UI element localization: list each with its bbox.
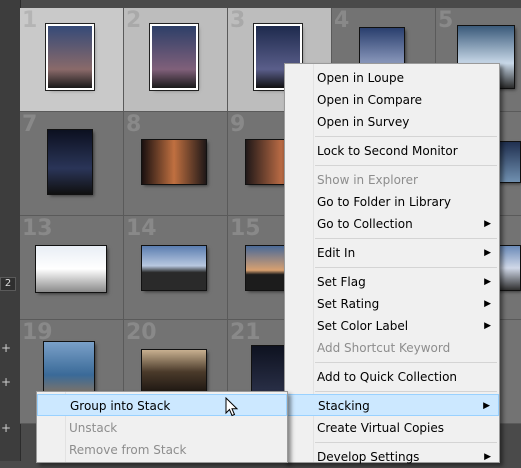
menu-item-set-flag[interactable]: Set Flag ▶ — [285, 271, 499, 293]
menu-item-label: Create Virtual Copies — [317, 421, 445, 435]
menu-item-label: Stacking — [318, 399, 370, 413]
grid-cell[interactable]: 2 — [124, 8, 228, 112]
menu-item-label: Develop Settings — [317, 450, 420, 464]
panel-value-box[interactable]: 2 — [0, 277, 16, 291]
stacking-submenu: Group into Stack Unstack Remove from Sta… — [36, 391, 288, 463]
menu-item-show-in-explorer: Show in Explorer — [285, 169, 499, 191]
photo-thumbnail[interactable] — [142, 350, 206, 394]
menu-item-label: Open in Survey — [317, 115, 410, 129]
menu-item-add-shortcut-keyword: Add Shortcut Keyword — [285, 337, 499, 359]
menu-separator — [315, 238, 497, 239]
menu-item-stacking[interactable]: Stacking ▶ — [285, 394, 499, 416]
photo-thumbnail[interactable] — [48, 130, 92, 194]
menu-item-create-virtual-copies[interactable]: Create Virtual Copies — [285, 417, 499, 439]
menu-item-label: Remove from Stack — [69, 443, 187, 457]
cell-number: 21 — [230, 320, 261, 345]
menu-item-label: Show in Explorer — [317, 173, 418, 187]
menu-item-group-into-stack[interactable]: Group into Stack — [37, 394, 287, 416]
menu-separator — [315, 136, 497, 137]
menu-separator — [315, 442, 497, 443]
cell-number: 3 — [230, 8, 246, 33]
grid-cell[interactable]: 14 — [124, 216, 228, 320]
left-panel-strip: 2 + + + — [0, 0, 21, 461]
plus-icon[interactable]: + — [1, 342, 13, 354]
cell-number: 4 — [334, 8, 350, 33]
photo-thumbnail[interactable] — [48, 26, 92, 88]
menu-item-label: Go to Folder in Library — [317, 195, 451, 209]
plus-icon[interactable]: + — [1, 376, 13, 388]
menu-item-edit-in[interactable]: Edit In ▶ — [285, 242, 499, 264]
menu-item-label: Unstack — [69, 421, 118, 435]
menu-item-set-color-label[interactable]: Set Color Label ▶ — [285, 315, 499, 337]
cell-number: 8 — [126, 112, 142, 137]
photo-thumbnail[interactable] — [142, 140, 206, 184]
cell-number: 1 — [22, 8, 38, 33]
cell-number: 20 — [126, 320, 157, 345]
menu-item-unstack: Unstack — [37, 417, 287, 439]
menu-separator — [315, 165, 497, 166]
menu-separator — [315, 391, 497, 392]
context-menu: Open in Loupe Open in Compare Open in Su… — [284, 63, 500, 464]
menu-item-label: Set Rating — [317, 297, 380, 311]
cell-number: 15 — [230, 216, 261, 241]
cell-number: 9 — [230, 112, 246, 137]
plus-icon[interactable]: + — [1, 422, 13, 434]
cell-number: 7 — [22, 112, 38, 137]
submenu-arrow-icon: ▶ — [484, 321, 491, 331]
cell-number: 5 — [438, 8, 454, 33]
menu-item-open-in-loupe[interactable]: Open in Loupe — [285, 67, 499, 89]
menu-separator — [315, 362, 497, 363]
submenu-arrow-icon: ▶ — [484, 219, 491, 229]
menu-item-label: Set Color Label — [317, 319, 409, 333]
menu-item-lock-to-second-monitor[interactable]: Lock to Second Monitor — [285, 140, 499, 162]
menu-item-remove-from-stack: Remove from Stack — [37, 439, 287, 461]
grid-cell[interactable]: 7 — [20, 112, 124, 216]
photo-thumbnail[interactable] — [142, 246, 206, 290]
cell-number: 2 — [126, 8, 142, 33]
menu-item-label: Add to Quick Collection — [317, 370, 458, 384]
grid-cell[interactable]: 13 — [20, 216, 124, 320]
menu-item-go-to-folder-in-library[interactable]: Go to Folder in Library — [285, 191, 499, 213]
menu-item-label: Go to Collection — [317, 217, 413, 231]
submenu-arrow-icon: ▶ — [484, 452, 491, 462]
submenu-arrow-icon: ▶ — [484, 277, 491, 287]
menu-item-add-to-quick-collection[interactable]: Add to Quick Collection — [285, 366, 499, 388]
menu-item-develop-settings[interactable]: Develop Settings ▶ — [285, 446, 499, 468]
photo-thumbnail[interactable] — [152, 26, 196, 88]
menu-item-set-rating[interactable]: Set Rating ▶ — [285, 293, 499, 315]
menu-separator — [315, 267, 497, 268]
grid-cell[interactable]: 8 — [124, 112, 228, 216]
submenu-arrow-icon: ▶ — [483, 401, 490, 411]
menu-item-label: Set Flag — [317, 275, 366, 289]
cell-number: 13 — [22, 216, 53, 241]
menu-item-go-to-collection[interactable]: Go to Collection ▶ — [285, 213, 499, 235]
cell-number: 14 — [126, 216, 157, 241]
menu-item-open-in-survey[interactable]: Open in Survey — [285, 111, 499, 133]
menu-item-label: Group into Stack — [70, 399, 171, 413]
menu-item-label: Edit In — [317, 246, 356, 260]
submenu-arrow-icon: ▶ — [484, 248, 491, 258]
menu-item-label: Open in Compare — [317, 93, 423, 107]
menu-item-label: Lock to Second Monitor — [317, 144, 458, 158]
menu-item-label: Add Shortcut Keyword — [317, 341, 451, 355]
submenu-arrow-icon: ▶ — [484, 299, 491, 309]
menu-item-label: Open in Loupe — [317, 71, 405, 85]
photo-thumbnail[interactable] — [36, 246, 106, 292]
grid-cell[interactable]: 1 — [20, 8, 124, 112]
menu-item-open-in-compare[interactable]: Open in Compare — [285, 89, 499, 111]
mouse-pointer-icon — [225, 397, 239, 417]
